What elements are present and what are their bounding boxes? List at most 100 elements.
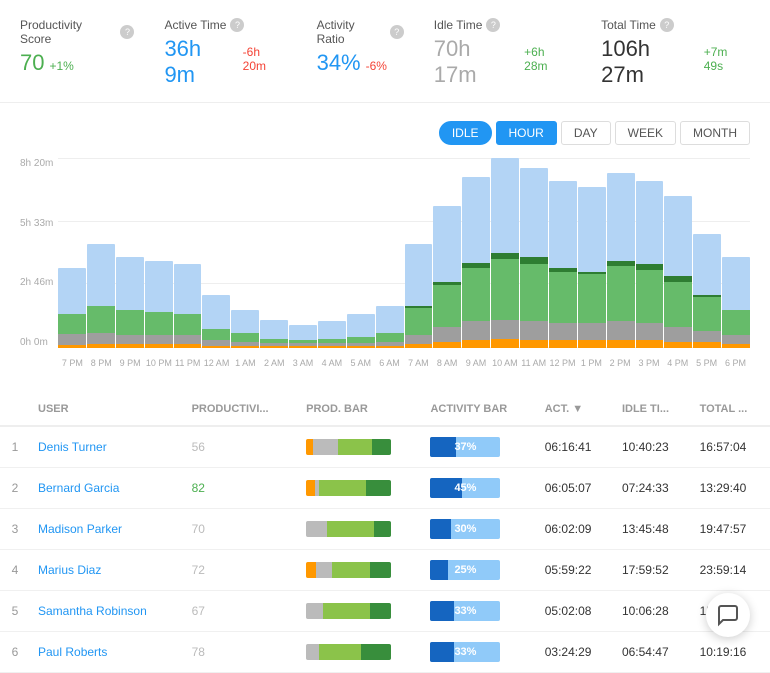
stat-productivity: Productivity Score ? 70 +1% [20,18,134,88]
total-time-help-icon[interactable]: ? [660,18,674,32]
month-button[interactable]: MONTH [680,121,750,145]
bar-stack [347,314,375,348]
table-section: USER PRODUCTIVI... PROD. BAR ACTIVITY BA… [0,393,770,673]
activity-pct: 45% [454,482,476,494]
col-num [0,393,30,426]
activity-bar: 33% [430,642,500,662]
activity-bar: 37% [430,437,500,457]
chart-section: IDLE HOUR DAY WEEK MONTH 8h 20m 5h 33m 2… [0,103,770,378]
bar-group [693,158,721,348]
user-name[interactable]: Denis Turner [30,426,184,468]
user-name[interactable]: Samantha Robinson [30,591,184,632]
pb-green-light [323,603,370,619]
idle-time-value: 70h 17m [434,36,519,88]
stat-activity-ratio: Activity Ratio ? 34% -6% [317,18,404,88]
idle-time-help-icon[interactable]: ? [486,18,500,32]
activity-pct: 33% [454,605,476,617]
x-label: 12 PM [548,353,577,378]
table-header-row: USER PRODUCTIVI... PROD. BAR ACTIVITY BA… [0,393,770,426]
col-user: USER [30,393,184,426]
x-label: 8 PM [87,353,116,378]
bar-stack [636,181,664,348]
x-label: 9 PM [116,353,145,378]
user-name[interactable]: Madison Parker [30,509,184,550]
bar-group [58,158,86,348]
prod-bar-cell [298,632,422,673]
pb-green-dark [374,521,391,537]
activity-bar-cell: 45% [422,468,536,509]
col-productivity: PRODUCTIVI... [184,393,299,426]
activity-pct: 33% [454,646,476,658]
bar-group [664,158,692,348]
bar-group [289,158,317,348]
bar-group [231,158,259,348]
productivity-score: 72 [184,550,299,591]
stat-total-time: Total Time ? 106h 27m +7m 49s [601,18,750,88]
bar-stack [87,244,115,349]
total-time-cell: 13:29:40 [692,468,770,509]
week-button[interactable]: WEEK [615,121,676,145]
productivity-label: Productivity Score [20,18,116,46]
activity-pct: 37% [454,441,476,453]
x-label: 10 AM [490,353,519,378]
active-time-help-icon[interactable]: ? [230,18,244,32]
bar-stack [433,206,461,349]
x-label: 8 AM [433,353,462,378]
activity-ratio-value: 34% [317,50,361,76]
prod-bar-cell [298,591,422,632]
productivity-score: 82 [184,468,299,509]
bar-stack [578,187,606,349]
total-time-cell: 10:19:16 [692,632,770,673]
x-axis-labels: 7 PM8 PM9 PM10 PM11 PM12 AM1 AM2 AM3 AM4… [58,353,750,378]
pb-green-light [332,562,370,578]
bar-stack [289,325,317,348]
bar-stack [174,264,202,348]
active-time-cell: 06:05:07 [537,468,614,509]
idle-time-delta: +6h 28m [524,45,571,73]
activity-bar-cell: 25% [422,550,536,591]
prod-bar [306,603,391,619]
activity-bar-cell: 33% [422,591,536,632]
user-name[interactable]: Paul Roberts [30,632,184,673]
row-num: 1 [0,426,30,468]
table-body: 1 Denis Turner 56 37% 06:16:41 10:40:23 … [0,426,770,673]
user-name[interactable]: Marius Diaz [30,550,184,591]
row-num: 5 [0,591,30,632]
col-act-time: ACT. ▼ [537,393,614,426]
activity-bar: 25% [430,560,500,580]
pb-green-dark [370,562,391,578]
productivity-help-icon[interactable]: ? [120,25,134,39]
bar-stack [145,261,173,348]
pb-green-dark [366,480,392,496]
bar-group [202,158,230,348]
stat-idle-time: Idle Time ? 70h 17m +6h 28m [434,18,571,88]
idle-time-cell: 17:59:52 [614,550,692,591]
productivity-value: 70 [20,50,44,76]
x-label: 1 PM [577,353,606,378]
row-num: 4 [0,550,30,591]
pb-green-dark [372,439,391,455]
productivity-score: 56 [184,426,299,468]
bar-group [174,158,202,348]
idle-toggle-button[interactable]: IDLE [439,121,492,145]
activity-ratio-help-icon[interactable]: ? [390,25,404,39]
hour-button[interactable]: HOUR [496,121,557,145]
total-time-value: 106h 27m [601,36,699,88]
bar-stack [693,234,721,348]
bar-group [549,158,577,348]
pb-gray [306,603,323,619]
table-row: 4 Marius Diaz 72 25% 05:59:22 17:59:52 2… [0,550,770,591]
idle-time-cell: 10:06:28 [614,591,692,632]
x-label: 2 AM [260,353,289,378]
col-total-time: TOTAL ... [692,393,770,426]
user-name[interactable]: Bernard Garcia [30,468,184,509]
bar-group [607,158,635,348]
chat-button[interactable] [706,593,750,637]
bar-stack [520,168,548,349]
day-button[interactable]: DAY [561,121,611,145]
activity-bar-fill [430,601,453,621]
activity-bar: 33% [430,601,500,621]
pb-gray [316,562,331,578]
x-label: 10 PM [144,353,173,378]
x-label: 11 AM [519,353,548,378]
